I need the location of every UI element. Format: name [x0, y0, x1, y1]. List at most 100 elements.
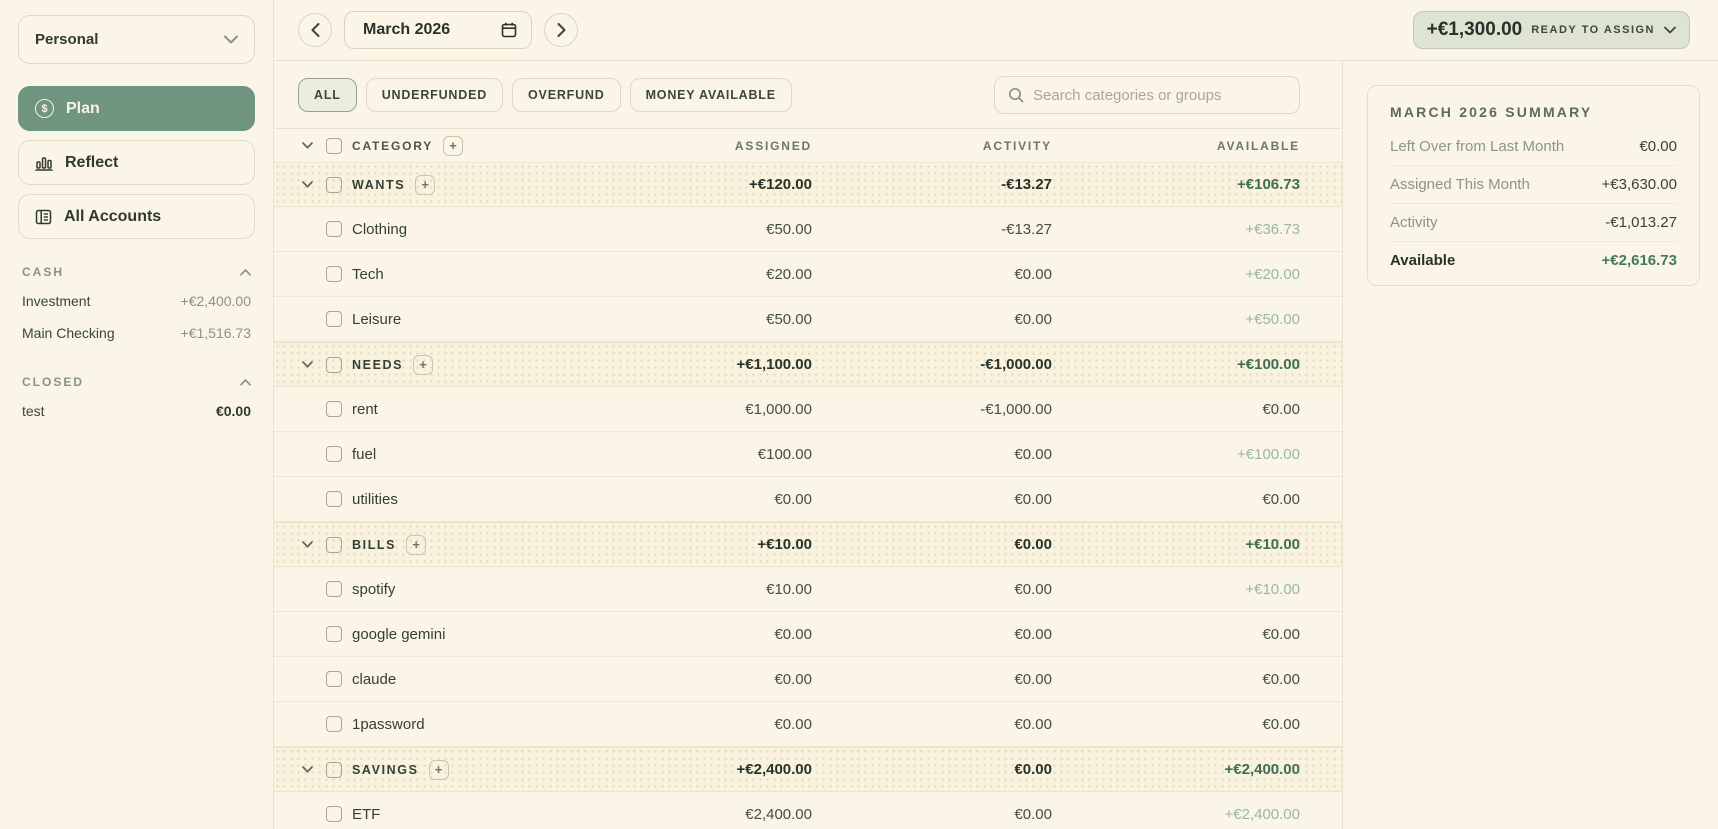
available-value: +€2,400.00 [1224, 761, 1301, 778]
row-value: €0.00 [774, 670, 812, 688]
group-value: +€10.00 [757, 536, 812, 553]
add-group-button[interactable]: + [443, 135, 464, 156]
category-group-row[interactable]: WANTS + +€120.00 -€13.27 +€106.73 [274, 162, 1342, 207]
sidebar-item-plan[interactable]: $ Plan [18, 86, 255, 131]
category-column-header: CATEGORY [352, 138, 434, 153]
account-row[interactable]: Investment +€2,400.00 [18, 285, 255, 317]
group-value: +€2,400.00 [736, 761, 813, 778]
account-balance: €0.00 [215, 403, 251, 419]
filter-button-money-available[interactable]: MONEY AVAILABLE [629, 78, 792, 112]
add-category-button[interactable]: + [406, 534, 427, 555]
account-section-header[interactable]: CASH [22, 265, 251, 279]
account-section-title: CASH [22, 265, 65, 279]
add-category-button[interactable]: + [428, 759, 449, 780]
row-value: €0.00 [1014, 625, 1052, 643]
filter-button-overfund[interactable]: OVERFUND [512, 78, 621, 112]
row-value: €10.00 [766, 580, 812, 598]
category-name-cell: Clothing [298, 221, 572, 238]
category-row[interactable]: google gemini €0.00 €0.00 €0.00 [274, 612, 1342, 657]
row-value: €0.00 [1014, 580, 1052, 598]
category-checkbox[interactable] [326, 311, 342, 327]
row-value: €1,000.00 [745, 400, 812, 418]
row-value: €50.00 [766, 310, 812, 328]
category-checkbox[interactable] [326, 581, 342, 597]
available-value: +€2,400.00 [1224, 805, 1301, 823]
category-row[interactable]: fuel €100.00 €0.00 +€100.00 [274, 432, 1342, 477]
filter-button-underfunded[interactable]: UNDERFUNDED [365, 78, 504, 112]
available-value: €0.00 [1262, 490, 1300, 508]
chevron-right-icon [557, 23, 566, 37]
group-checkbox[interactable] [326, 536, 342, 553]
next-month-button[interactable] [544, 13, 578, 47]
row-value: €50.00 [766, 220, 812, 238]
previous-month-button[interactable] [298, 13, 332, 47]
category-name-label: claude [352, 670, 397, 688]
category-checkbox[interactable] [326, 266, 342, 282]
account-section-header[interactable]: CLOSED [22, 375, 251, 389]
category-row[interactable]: Clothing €50.00 -€13.27 +€36.73 [274, 207, 1342, 252]
month-picker[interactable]: March 2026 [344, 11, 532, 49]
category-group-row[interactable]: SAVINGS + +€2,400.00 €0.00 +€2,400.00 [274, 747, 1342, 792]
nav-item-label: All Accounts [64, 207, 162, 225]
group-checkbox[interactable] [326, 176, 342, 193]
add-category-button[interactable]: + [413, 354, 434, 375]
row-value: -€13.27 [1001, 220, 1052, 238]
group-collapse-icon[interactable] [298, 541, 316, 548]
category-checkbox[interactable] [326, 671, 342, 687]
ready-to-assign-button[interactable]: +€1,300.00 READY TO ASSIGN [1412, 11, 1690, 49]
add-category-button[interactable]: + [415, 174, 436, 195]
row-value: €2,400.00 [745, 805, 812, 823]
category-checkbox[interactable] [326, 716, 342, 732]
group-collapse-icon[interactable] [298, 181, 316, 188]
row-value: €20.00 [766, 265, 812, 283]
account-row[interactable]: Main Checking +€1,516.73 [18, 317, 255, 349]
sidebar: Personal $ Plan Reflect All Accounts CASH In… [0, 0, 274, 829]
category-row[interactable]: 1password €0.00 €0.00 €0.00 [274, 702, 1342, 747]
sidebar-item-all-accounts[interactable]: All Accounts [18, 194, 255, 239]
sidebar-item-reflect[interactable]: Reflect [18, 140, 255, 185]
collapse-all-icon[interactable] [298, 142, 316, 149]
group-checkbox[interactable] [326, 761, 342, 778]
available-value: +€106.73 [1237, 176, 1300, 193]
group-collapse-icon[interactable] [298, 766, 316, 773]
category-row[interactable]: Tech €20.00 €0.00 +€20.00 [274, 252, 1342, 297]
summary-row-label: Left Over from Last Month [1390, 138, 1565, 155]
group-name-cell: BILLS + [298, 534, 572, 555]
month-summary-panel: MARCH 2026 SUMMARY Left Over from Last M… [1343, 61, 1718, 829]
category-row[interactable]: Leisure €50.00 €0.00 +€50.00 [274, 297, 1342, 342]
section-collapse-icon[interactable] [240, 378, 251, 386]
summary-row: Activity -€1,013.27 [1390, 203, 1677, 241]
ready-to-assign-amount: +€1,300.00 [1426, 19, 1523, 40]
group-collapse-icon[interactable] [298, 361, 316, 368]
group-checkbox[interactable] [326, 356, 342, 373]
category-checkbox[interactable] [326, 806, 342, 822]
available-value: €0.00 [1262, 715, 1300, 733]
row-value: €100.00 [757, 445, 812, 463]
budget-switcher[interactable]: Personal [18, 15, 255, 64]
category-row[interactable]: spotify €10.00 €0.00 +€10.00 [274, 567, 1342, 612]
search-input[interactable] [1033, 86, 1286, 104]
category-row[interactable]: claude €0.00 €0.00 €0.00 [274, 657, 1342, 702]
available-value: +€10.00 [1245, 580, 1300, 598]
account-balance: +€2,400.00 [180, 293, 251, 309]
category-checkbox[interactable] [326, 491, 342, 507]
filter-button-all[interactable]: ALL [298, 78, 357, 112]
category-group-row[interactable]: NEEDS + +€1,100.00 -€1,000.00 +€100.00 [274, 342, 1342, 387]
category-group-row[interactable]: BILLS + +€10.00 €0.00 +€10.00 [274, 522, 1342, 567]
account-row[interactable]: test €0.00 [18, 395, 255, 427]
category-checkbox[interactable] [326, 626, 342, 642]
category-checkbox[interactable] [326, 221, 342, 237]
select-all-checkbox[interactable] [326, 137, 342, 154]
category-checkbox[interactable] [326, 401, 342, 417]
category-row[interactable]: utilities €0.00 €0.00 €0.00 [274, 477, 1342, 522]
group-value: -€1,000.00 [980, 356, 1052, 373]
category-name-cell: fuel [298, 446, 572, 463]
category-name-cell: google gemini [298, 626, 572, 643]
category-checkbox[interactable] [326, 446, 342, 462]
category-name-cell: Leisure [298, 311, 572, 328]
category-row[interactable]: ETF €2,400.00 €0.00 +€2,400.00 [274, 792, 1342, 829]
calendar-icon [501, 22, 517, 38]
section-collapse-icon[interactable] [240, 268, 251, 276]
category-row[interactable]: rent €1,000.00 -€1,000.00 €0.00 [274, 387, 1342, 432]
category-name-label: ETF [352, 805, 381, 823]
